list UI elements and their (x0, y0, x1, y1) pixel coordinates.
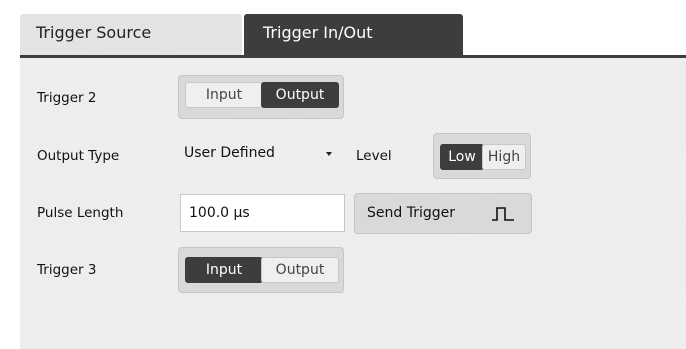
level-low-option[interactable]: Low (440, 144, 484, 170)
trigger-2-toggle: Input Output (178, 75, 344, 119)
level-high-option[interactable]: High (482, 144, 526, 170)
trigger-2-output-option[interactable]: Output (261, 82, 339, 108)
pulse-icon (491, 206, 515, 226)
output-type-dropdown[interactable]: User Defined (180, 142, 345, 168)
output-type-label: Output Type (37, 148, 120, 164)
tab-trigger-in-out[interactable]: Trigger In/Out (244, 14, 463, 55)
output-type-value: User Defined (184, 145, 275, 161)
trigger-in-out-panel (20, 58, 686, 349)
trigger-3-toggle: Input Output (178, 247, 344, 293)
pulse-length-label: Pulse Length (37, 205, 124, 221)
level-label: Level (356, 148, 392, 164)
send-trigger-label: Send Trigger (367, 205, 455, 221)
send-trigger-button[interactable]: Send Trigger (354, 193, 532, 234)
trigger-2-input-option[interactable]: Input (185, 82, 263, 108)
trigger-3-output-option[interactable]: Output (261, 257, 339, 283)
tab-bar: Trigger Source Trigger In/Out (0, 0, 686, 58)
trigger-3-label: Trigger 3 (37, 262, 97, 278)
level-toggle: Low High (433, 133, 531, 179)
trigger-3-input-option[interactable]: Input (185, 257, 263, 283)
trigger-2-label: Trigger 2 (37, 90, 97, 106)
pulse-length-input[interactable]: 100.0 µs (180, 194, 345, 232)
pulse-length-value: 100.0 µs (189, 205, 250, 221)
tab-trigger-source[interactable]: Trigger Source (20, 14, 242, 55)
chevron-down-icon[interactable] (326, 152, 332, 156)
